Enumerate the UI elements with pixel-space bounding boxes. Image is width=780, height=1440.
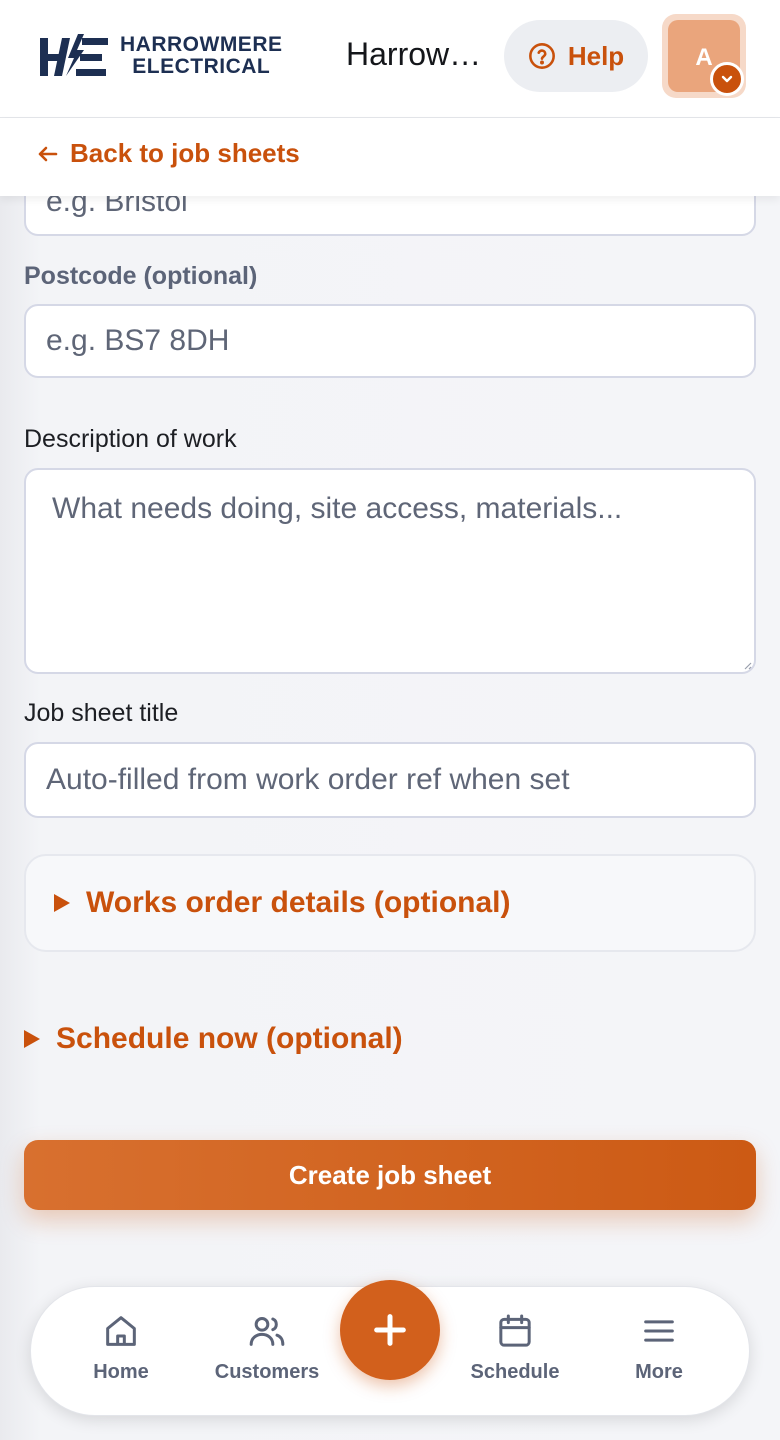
nav-customers-label: Customers [214, 1361, 320, 1383]
back-bar: Back to job sheets [0, 118, 780, 196]
description-textarea[interactable]: What needs doing, site access, materials… [24, 468, 756, 674]
question-circle-icon [528, 43, 555, 69]
nav-schedule[interactable]: Schedule [445, 1311, 585, 1384]
back-to-job-sheets-link[interactable]: Back to job sheets [36, 138, 300, 169]
avatar-initial: A [695, 44, 713, 71]
nav-home[interactable]: Home [51, 1311, 191, 1384]
resize-grip-icon[interactable] [742, 660, 752, 670]
description-placeholder: What needs doing, site access, materials… [52, 492, 623, 525]
create-job-sheet-label: Create job sheet [288, 1159, 492, 1190]
add-new-fab-button[interactable] [340, 1280, 440, 1380]
nav-home-label: Home [93, 1361, 149, 1383]
help-button[interactable]: Help [504, 20, 648, 92]
logo-wordmark: HARROWMERE ELECTRICAL [120, 34, 283, 78]
job-sheet-title-label: Job sheet title [24, 699, 179, 727]
logo-mark-icon [40, 34, 108, 76]
create-job-sheet-button[interactable]: Create job sheet [24, 1140, 756, 1210]
home-icon [106, 1316, 136, 1346]
description-label: Description of work [24, 425, 237, 453]
arrow-left-icon [38, 146, 58, 161]
logo-line-1: HARROWMERE [120, 33, 283, 56]
logo-line-2: ELECTRICAL [132, 55, 271, 78]
postcode-placeholder: e.g. BS7 8DH [46, 324, 230, 357]
job-sheet-title-input[interactable]: Auto-filled from work order ref when set [24, 742, 756, 818]
users-icon [249, 1317, 285, 1346]
app-header: HARROWMERE ELECTRICAL Harrowmere Electri… [0, 0, 780, 118]
disclosure-triangle-icon [54, 894, 70, 912]
postcode-label: Postcode (optional) [24, 262, 258, 290]
company-logo[interactable]: HARROWMERE ELECTRICAL [40, 32, 310, 80]
postcode-input[interactable]: e.g. BS7 8DH [24, 304, 756, 378]
back-label: Back to job sheets [70, 138, 300, 168]
user-avatar-button[interactable]: A [662, 14, 746, 98]
nav-schedule-label: Schedule [470, 1361, 560, 1383]
disclosure-triangle-icon [24, 1030, 40, 1048]
nav-more-label: More [635, 1361, 683, 1383]
schedule-now-label: Schedule now (optional) [56, 1022, 403, 1055]
job-sheet-title-placeholder: Auto-filled from work order ref when set [46, 763, 570, 796]
works-order-label: Works order details (optional) [86, 886, 511, 919]
schedule-now-toggle[interactable]: Schedule now (optional) [24, 1022, 403, 1056]
avatar-menu-badge [710, 62, 744, 96]
chevron-down-icon [721, 75, 733, 83]
nav-customers[interactable]: Customers [197, 1311, 337, 1384]
plus-icon [374, 1314, 406, 1346]
nav-more[interactable]: More [589, 1311, 729, 1384]
works-order-details-toggle[interactable]: Works order details (optional) [24, 854, 756, 952]
calendar-icon [499, 1314, 531, 1347]
company-name: Harrowmere Electrical [346, 36, 486, 72]
help-label: Help [567, 40, 625, 71]
menu-icon [644, 1320, 674, 1342]
